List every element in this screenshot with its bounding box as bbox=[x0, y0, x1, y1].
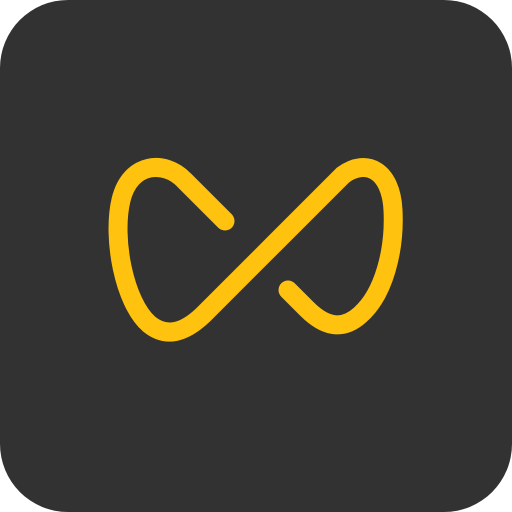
app-icon-tile bbox=[0, 0, 512, 512]
infinity-right-stroke bbox=[278, 158, 403, 335]
infinity-icon bbox=[108, 158, 403, 342]
